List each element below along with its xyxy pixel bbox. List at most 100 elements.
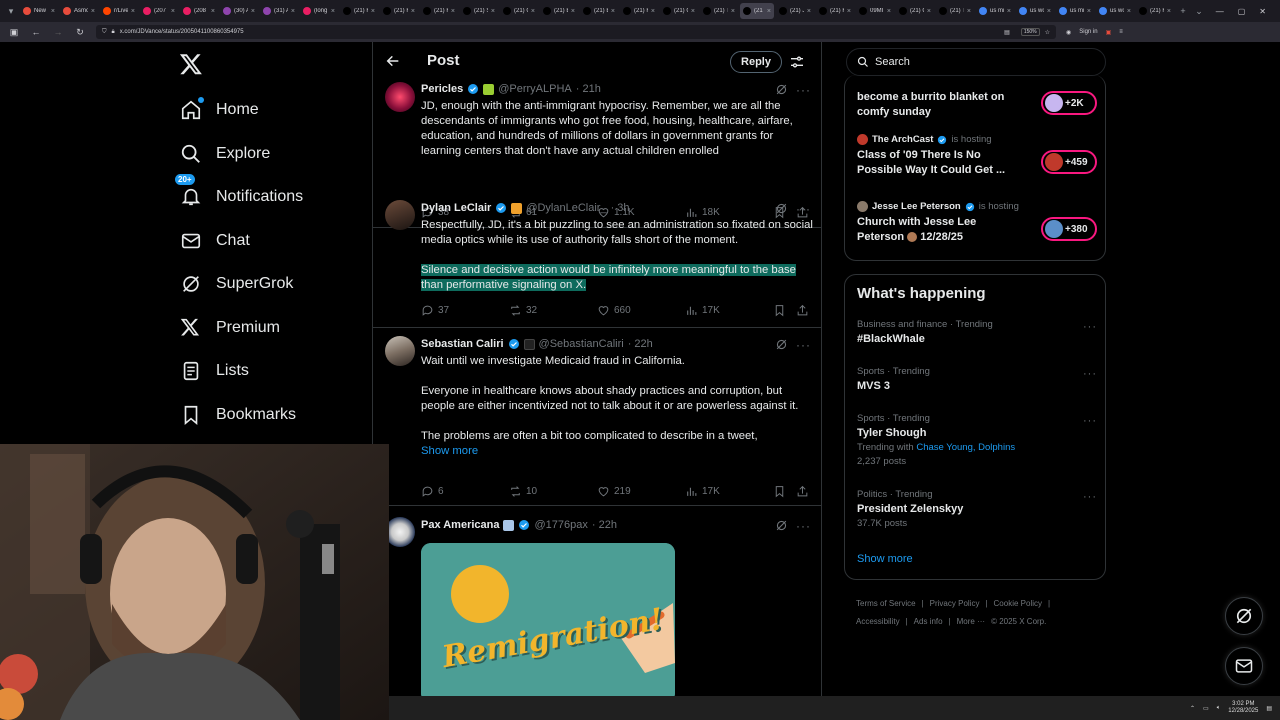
bookmark-action[interactable] [773, 304, 786, 317]
system-clock[interactable]: 3:02 PM 12/28/2025 [1228, 701, 1258, 715]
timestamp[interactable]: · 22h [592, 519, 617, 531]
tab-close-icon[interactable]: × [1087, 8, 1091, 15]
tab-close-icon[interactable]: × [1007, 8, 1011, 15]
author-handle[interactable]: @1776pax [534, 519, 587, 531]
space-listeners-pill[interactable]: +459 [1041, 150, 1097, 174]
browser-tab[interactable]: (21) G× [500, 3, 538, 19]
tab-close-icon[interactable]: × [51, 8, 55, 15]
browser-tab[interactable]: (208 × [180, 3, 218, 19]
author-name[interactable]: Dylan LeClair [421, 202, 491, 214]
tab-close-icon[interactable]: × [211, 8, 215, 15]
browser-tab[interactable]: 09MI × [856, 3, 894, 19]
tab-close-icon[interactable]: × [967, 8, 971, 15]
trend-related-links[interactable]: Chase Young, Dolphins [916, 442, 1015, 453]
browser-tab[interactable]: us wo× [1096, 3, 1134, 19]
tab-close-icon[interactable]: × [571, 8, 575, 15]
footer-link[interactable]: Ads info [914, 617, 943, 626]
more-options-icon[interactable]: ··· [796, 84, 810, 99]
tab-close-icon[interactable]: × [1127, 8, 1131, 15]
browser-tab[interactable]: (207 × [140, 3, 178, 19]
browser-tab[interactable]: r/Live × [100, 3, 138, 19]
author-handle[interactable]: @DylanLeClair_ [526, 202, 606, 214]
views-action[interactable]: 17K [685, 304, 720, 317]
grok-icon[interactable] [775, 83, 788, 96]
zoom-level[interactable]: 150% [1020, 28, 1040, 36]
tab-close-icon[interactable]: × [131, 8, 135, 15]
reply-action[interactable]: 6 [421, 485, 444, 498]
footer-link[interactable]: Cookie Policy [994, 599, 1042, 608]
back-arrow-icon[interactable]: ← [30, 26, 42, 38]
chevron-up-icon[interactable]: ⌃ [1190, 705, 1195, 712]
tab-close-icon[interactable]: × [1167, 8, 1171, 15]
footer-link[interactable]: Privacy Policy [930, 599, 980, 608]
tab-close-icon[interactable]: × [767, 8, 771, 15]
messages-fab-button[interactable] [1225, 647, 1263, 685]
space-listeners-pill[interactable]: +380 [1041, 217, 1097, 241]
browser-tab[interactable]: (21) S× [460, 3, 498, 19]
nav-explore[interactable]: Explore [180, 141, 270, 167]
browser-tab[interactable]: (21) E× [580, 3, 618, 19]
like-action[interactable]: 219 [597, 485, 631, 498]
more-options-icon[interactable]: ··· [796, 203, 810, 218]
avatar[interactable] [385, 82, 415, 112]
reader-mode-icon[interactable]: ▤ [1004, 29, 1010, 36]
trend-item[interactable]: Sports · Trending MVS 3 ··· [857, 366, 1097, 392]
timestamp[interactable]: · 22h [628, 338, 653, 350]
host-name[interactable]: Jesse Lee Peterson [872, 201, 961, 212]
maximize-icon[interactable]: ▢ [1238, 7, 1246, 16]
tab-close-icon[interactable]: × [731, 8, 735, 15]
nav-bookmarks[interactable]: Bookmarks [180, 402, 296, 428]
footer-link[interactable]: Accessibility [856, 617, 900, 626]
tab-close-icon[interactable]: × [371, 8, 375, 15]
show-more-link[interactable]: Show more [421, 444, 813, 459]
like-action[interactable]: 660 [597, 304, 631, 317]
browser-tab[interactable]: (21) F× [1136, 3, 1174, 19]
trend-item[interactable]: Business and finance · Trending #BlackWh… [857, 319, 1097, 345]
space-listeners-pill[interactable]: +2K [1041, 91, 1097, 115]
tweet-dylan-leclair[interactable]: Dylan LeClair @DylanLeClair_ · 3h ··· Re… [373, 200, 821, 328]
browser-tab[interactable]: (31) A× [260, 3, 298, 19]
tab-close-icon[interactable]: × [651, 8, 655, 15]
browser-tab[interactable]: (21) T× [700, 3, 738, 19]
grok-icon[interactable] [775, 202, 788, 215]
browser-tab[interactable]: us mi × [1056, 3, 1094, 19]
bookmark-action[interactable] [773, 485, 786, 498]
grok-icon[interactable] [775, 338, 788, 351]
display-icon[interactable]: ▭ [1203, 705, 1209, 712]
author-handle[interactable]: @PerryALPHA [498, 83, 572, 95]
browser-tab[interactable]: (21) F× [620, 3, 658, 19]
speaker-icon[interactable]: 🔈︎ [1217, 705, 1221, 712]
search-input[interactable]: Search [846, 48, 1106, 76]
timestamp[interactable]: · 21h [576, 83, 601, 95]
browser-tab[interactable]: (21) G× [660, 3, 698, 19]
grok-fab-button[interactable] [1225, 597, 1263, 635]
back-arrow-icon[interactable] [385, 53, 401, 69]
tab-close-icon[interactable]: × [171, 8, 175, 15]
more-options-icon[interactable]: ··· [796, 339, 810, 354]
tab-close-icon[interactable]: × [887, 8, 891, 15]
tab-close-icon[interactable]: × [1047, 8, 1051, 15]
reload-icon[interactable]: ↻ [74, 26, 86, 38]
tab-close-icon[interactable]: × [807, 8, 811, 15]
reply-button[interactable]: Reply [730, 51, 782, 73]
avatar[interactable] [385, 336, 415, 366]
host-name[interactable]: The ArchCast [872, 134, 933, 145]
author-handle[interactable]: @SebastianCaliri [539, 338, 624, 350]
nav-notifications[interactable]: 20+ Notifications [175, 174, 303, 210]
tab-close-icon[interactable]: × [531, 8, 535, 15]
browser-tab[interactable]: (30) A× [220, 3, 258, 19]
browser-tab[interactable]: us wo× [1016, 3, 1054, 19]
repost-action[interactable]: 32 [509, 304, 537, 317]
browser-tab[interactable]: New × [20, 3, 58, 19]
browser-tab[interactable]: Asmo × [60, 3, 98, 19]
browser-tab[interactable]: (21) E× [540, 3, 578, 19]
avatar[interactable] [385, 200, 415, 230]
author-name[interactable]: Pericles [421, 83, 463, 95]
tab-close-icon[interactable]: × [411, 8, 415, 15]
tab-close-icon[interactable]: × [291, 8, 295, 15]
tab-close-icon[interactable]: × [331, 8, 335, 15]
extensions-icon[interactable]: ▣ [1106, 29, 1112, 36]
tab-close-icon[interactable]: × [491, 8, 495, 15]
space-item[interactable]: The ArchCast is hosting Class of '09 The… [857, 134, 1097, 178]
browser-tab[interactable]: (21) F× [816, 3, 854, 19]
